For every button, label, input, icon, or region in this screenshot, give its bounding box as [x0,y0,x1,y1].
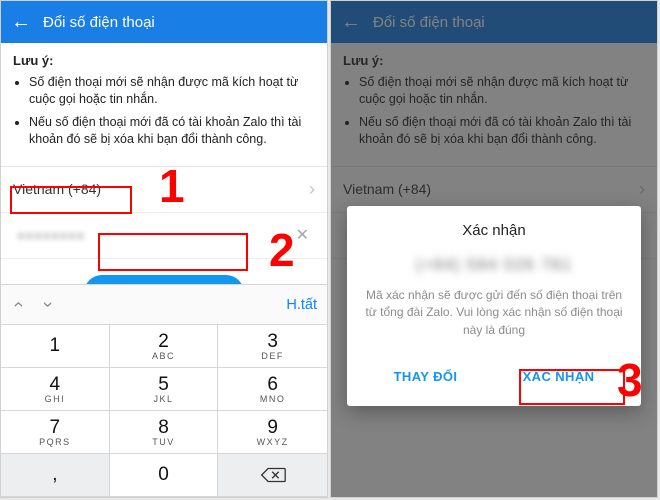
numeric-keyboard: › › H.tất 12ABC3DEF 4GHI5JKL6MNO 7PQRS8TUV… [1,284,327,497]
key-3[interactable]: 3DEF [218,325,327,368]
key-,[interactable]: , [1,454,110,497]
key-7[interactable]: 7PQRS [1,411,110,454]
notice-heading: Lưu ý: [13,53,315,68]
confirm-dialog: Xác nhận (+84) 584 026 781 Mã xác nhận s… [347,206,641,406]
key-2[interactable]: 2ABC [110,325,219,368]
key-6[interactable]: 6MNO [218,368,327,411]
key-0[interactable]: 0 [110,454,219,497]
dialog-message: Mã xác nhận sẽ được gửi đến số điện thoạ… [361,287,627,339]
app-header: ← Đổi số điện thoại [1,1,327,43]
chevron-up-icon: › [8,302,29,308]
keyboard-nav[interactable]: › › [11,293,55,316]
back-icon[interactable]: ← [11,11,31,34]
chevron-down-icon: › [37,302,58,308]
backspace-icon [260,466,286,484]
clear-icon[interactable]: ✕ [286,219,319,251]
key-8[interactable]: 8TUV [110,411,219,454]
dialog-title: Xác nhận [361,222,627,239]
dialog-phone-preview: (+84) 584 026 781 [361,255,627,275]
dialog-change-button[interactable]: THAY ĐỔI [380,361,472,392]
keyboard-done-button[interactable]: H.tất [286,297,317,313]
keyboard-accessory: › › H.tất [1,285,327,325]
screen-step-3: ← Đổi số điện thoại Lưu ý: Số điện thoại… [330,0,658,498]
dialog-confirm-button[interactable]: XÁC NHẬN [509,361,609,392]
screen-step-1-2: ← Đổi số điện thoại Lưu ý: Số điện thoại… [0,0,328,498]
chevron-right-icon: › [309,179,315,200]
phone-input-row: ✕ [1,213,327,259]
header-title: Đổi số điện thoại [43,14,155,31]
key-1[interactable]: 1 [1,325,110,368]
backspace-key[interactable] [218,454,327,497]
dialog-actions: THAY ĐỔI XÁC NHẬN [361,353,627,406]
key-9[interactable]: 9WXYZ [218,411,327,454]
phone-number-input[interactable] [13,220,286,250]
key-5[interactable]: 5JKL [110,368,219,411]
country-label: Vietnam (+84) [13,181,101,197]
key-4[interactable]: 4GHI [1,368,110,411]
notice-panel: Lưu ý: Số điện thoại mới sẽ nhận được mã… [1,43,327,167]
country-selector[interactable]: Vietnam (+84) › [1,167,327,213]
notice-item: Nếu số điện thoại mới đã có tài khoản Za… [29,114,315,148]
notice-item: Số điện thoại mới sẽ nhận được mã kích h… [29,74,315,108]
